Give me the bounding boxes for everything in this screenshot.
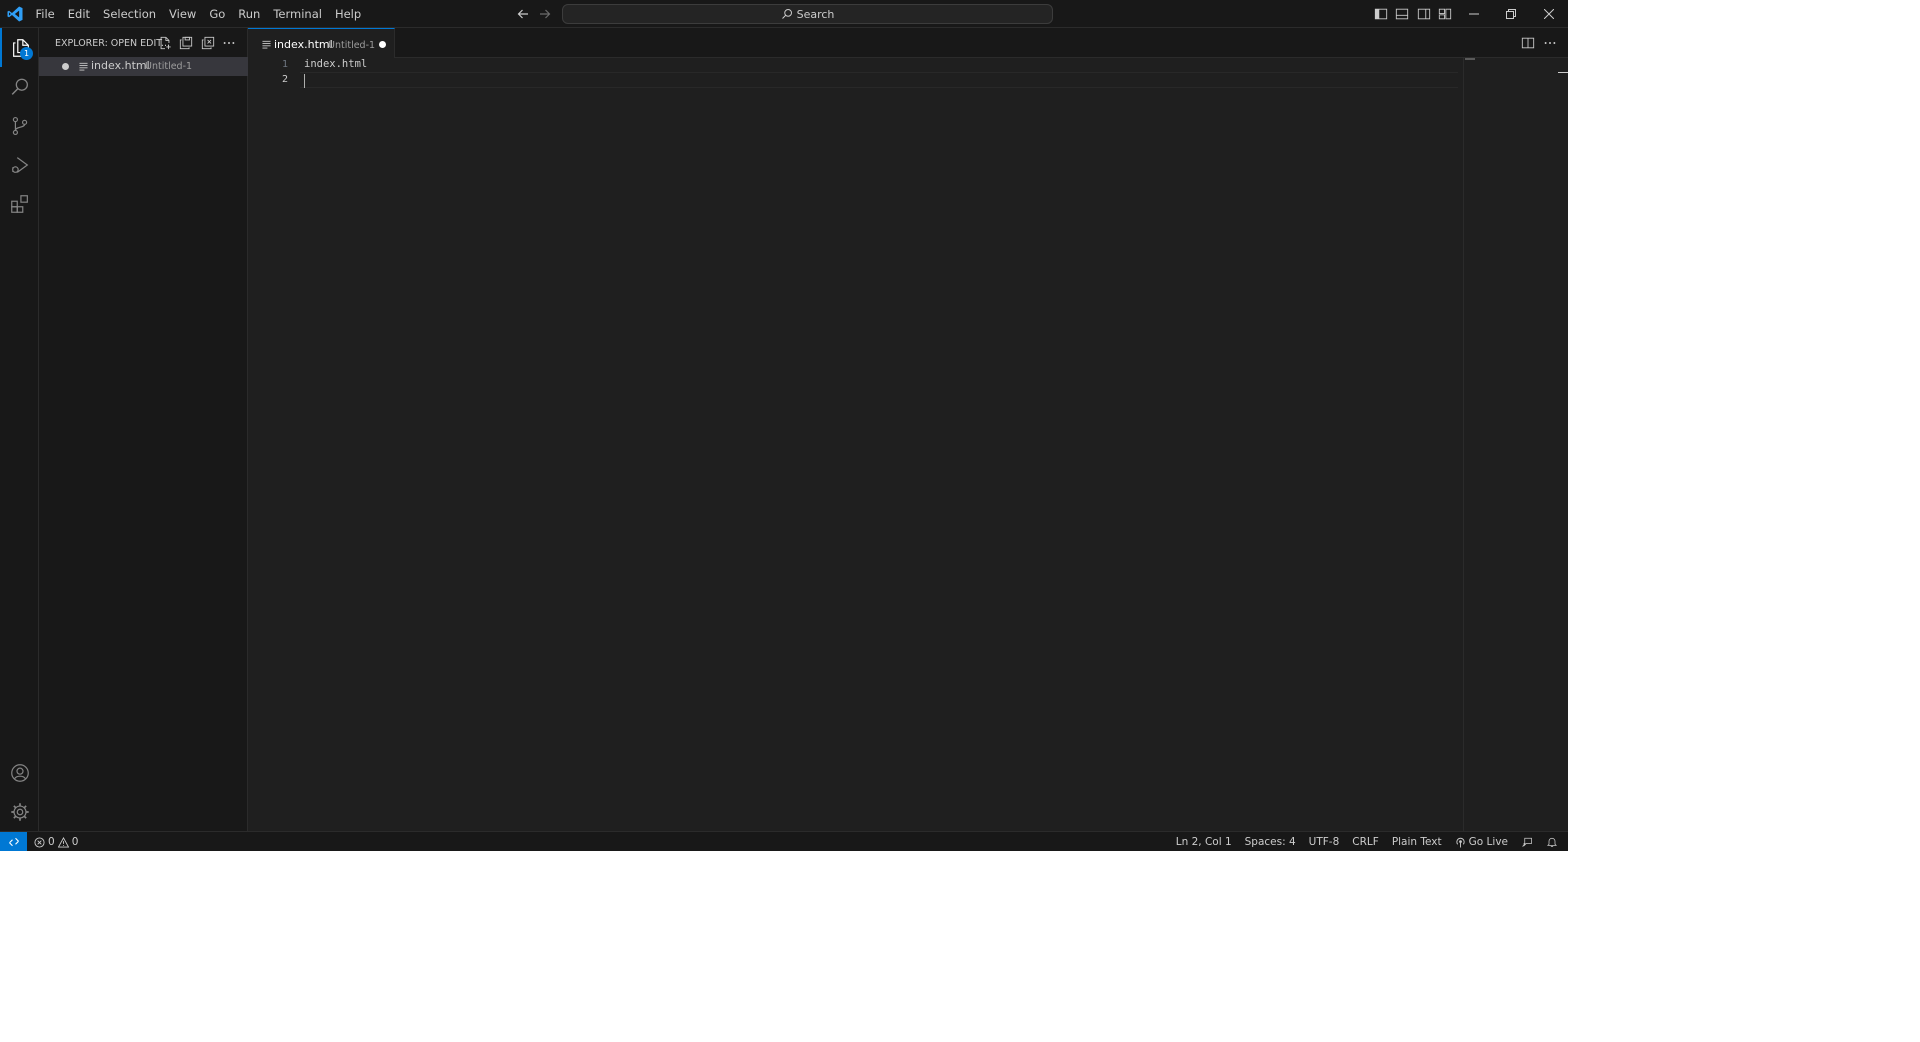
unsaved-dot-icon [62,63,69,70]
menu-go[interactable]: Go [203,0,232,28]
activity-search[interactable] [0,67,39,106]
text-cursor [304,74,305,88]
app-root: File Edit Selection View Go Run Terminal… [0,0,1920,1042]
status-bar-right: Ln 2, Col 1 Spaces: 4 UTF-8 CRLF Plain T… [1169,832,1568,851]
code-line[interactable]: index.html [304,58,367,70]
close-window-button[interactable] [1530,0,1568,28]
close-all-editors-icon[interactable] [201,36,215,50]
source-control-icon [12,116,27,135]
code-editor[interactable]: 1 index.html 2 [248,58,1568,831]
command-center-label: Search [796,7,835,21]
warning-count: 0 [71,836,79,848]
account-icon [10,763,29,782]
activity-bar: 1 [0,28,39,831]
editor-tab[interactable]: index.html Untitled-1 [248,28,395,58]
minimize-icon [1469,13,1479,15]
restore-button[interactable] [1492,0,1530,28]
editor-more-actions-icon[interactable] [1543,36,1557,50]
menu-file[interactable]: File [29,0,61,28]
open-editor-item[interactable]: index.html Untitled-1 [39,57,248,76]
explorer-sidebar: EXPLORER: OPEN EDIT... index.html Untitl… [39,28,248,831]
restore-icon [1506,9,1516,19]
back-arrow-icon[interactable] [515,6,531,22]
menu-selection[interactable]: Selection [97,0,163,28]
unsaved-dot-icon[interactable] [379,41,386,48]
overview-ruler-cursor [1558,72,1568,73]
problems-status[interactable]: 0 0 [34,832,78,851]
split-editor-icon[interactable] [1521,36,1535,50]
end-of-line[interactable]: CRLF [1346,832,1386,851]
bell-icon [1546,837,1558,847]
menu-terminal[interactable]: Terminal [267,0,329,28]
menu-bar: File Edit Selection View Go Run Terminal… [29,0,368,28]
gear-icon [10,802,29,821]
search-icon [781,9,792,19]
feedback-icon [1522,837,1532,847]
editor-tab-bar: index.html Untitled-1 [248,28,1568,58]
menu-view[interactable]: View [163,0,203,28]
encoding[interactable]: UTF-8 [1302,832,1346,851]
menu-help[interactable]: Help [328,0,367,28]
remote-icon [8,837,19,847]
search-icon [11,78,28,95]
plaintext-file-icon [79,62,88,71]
error-count: 0 [48,836,55,848]
warning-icon [57,836,69,848]
language-mode[interactable]: Plain Text [1385,832,1448,851]
minimap-content [1465,58,1475,60]
tab-name: index.html [274,38,333,51]
title-bar: File Edit Selection View Go Run Terminal… [0,0,1568,28]
feedback-button[interactable] [1515,832,1540,851]
vscode-logo-icon [7,6,23,22]
sidebar-title: EXPLORER: OPEN EDIT... [55,38,170,49]
more-actions-icon[interactable] [222,36,236,50]
line-number: 1 [281,59,288,70]
plaintext-file-icon [262,40,271,49]
extensions-icon [10,194,28,213]
line-number: 2 [281,74,288,85]
minimize-button[interactable] [1455,0,1493,28]
open-editor-name: index.html [91,59,150,72]
activity-extensions[interactable] [0,184,39,223]
menu-edit[interactable]: Edit [61,0,96,28]
broadcast-icon [1456,837,1465,848]
menu-run[interactable]: Run [232,0,267,28]
activity-explorer[interactable]: 1 [0,28,39,67]
go-live-label: Go Live [1468,836,1508,848]
forward-arrow-icon[interactable] [537,6,553,22]
customize-layout-icon[interactable] [1438,7,1452,21]
vscode-window: File Edit Selection View Go Run Terminal… [0,0,1568,851]
open-editor-description: Untitled-1 [145,60,193,72]
sidebar-header: EXPLORER: OPEN EDIT... [39,28,248,58]
save-all-icon[interactable] [179,36,193,50]
remote-button[interactable] [0,832,27,851]
minimap[interactable] [1463,58,1464,831]
run-debug-icon [11,156,28,173]
go-live-button[interactable]: Go Live [1448,832,1514,851]
explorer-badge: 1 [20,47,33,60]
status-bar: 0 0 Ln 2, Col 1 Spaces: 4 UTF-8 CRLF Pla… [0,831,1568,851]
toggle-secondary-sidebar-icon[interactable] [1417,7,1431,21]
close-icon [1544,9,1554,19]
toggle-primary-sidebar-icon[interactable] [1374,7,1388,21]
error-icon [34,836,45,848]
current-line-highlight [300,72,1458,88]
new-untitled-file-icon[interactable] [158,36,172,50]
command-center-search[interactable]: Search [562,4,1053,24]
activity-accounts[interactable] [0,753,39,792]
activity-run-debug[interactable] [0,145,39,184]
tab-description: Untitled-1 [328,39,376,51]
toggle-panel-icon[interactable] [1395,7,1409,21]
activity-manage[interactable] [0,792,39,831]
cursor-position[interactable]: Ln 2, Col 1 [1169,832,1238,851]
notifications-button[interactable] [1540,832,1569,851]
indentation[interactable]: Spaces: 4 [1238,832,1302,851]
activity-source-control[interactable] [0,106,39,145]
